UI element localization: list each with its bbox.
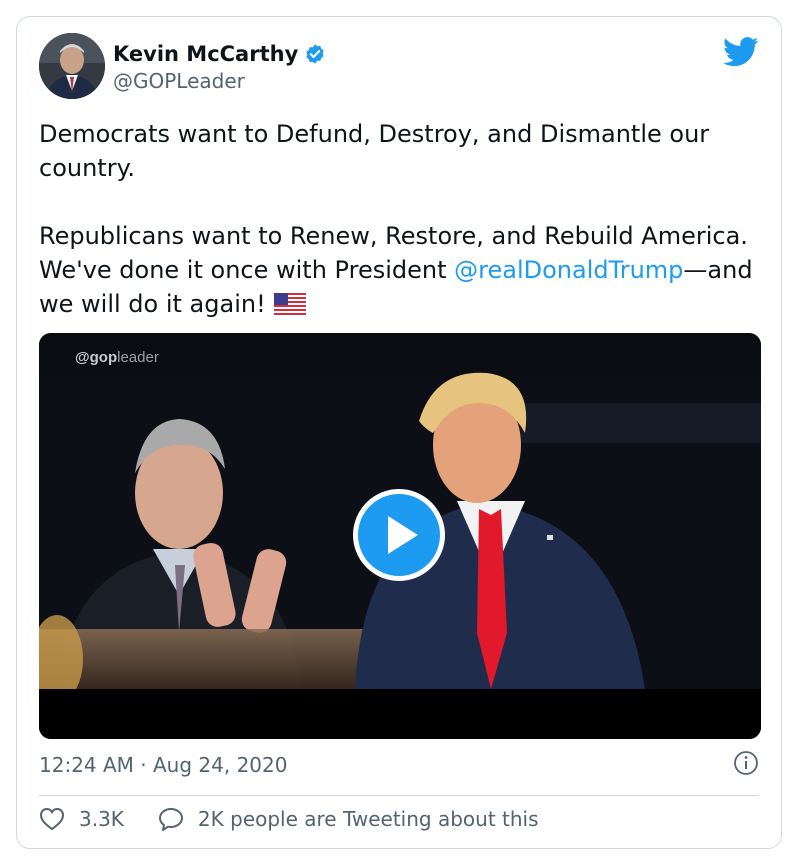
tweet-paragraph-1: Democrats want to Defund, Destroy, and D… — [39, 120, 710, 182]
heart-icon — [39, 807, 65, 831]
avatar[interactable] — [39, 33, 105, 99]
video-player[interactable]: @gopleader — [39, 333, 761, 739]
tweet-card: Kevin McCarthy @GOPLeader Democrats want… — [16, 16, 782, 849]
divider — [39, 795, 759, 796]
tweet-text: Democrats want to Defund, Destroy, and D… — [39, 117, 759, 321]
author-name[interactable]: Kevin McCarthy — [113, 42, 298, 66]
tweet-timestamp[interactable]: 12:24 AM · Aug 24, 2020 — [39, 753, 287, 777]
tweeting-about-text: 2K people are Tweeting about this — [197, 807, 539, 831]
mention-link[interactable]: @realDonaldTrump — [454, 256, 683, 284]
like-button[interactable]: 3.3K — [39, 807, 124, 831]
twitter-bird-icon[interactable] — [723, 37, 759, 67]
like-count: 3.3K — [79, 807, 124, 831]
speech-bubble-icon — [158, 808, 183, 831]
author-handle[interactable]: @GOPLeader — [113, 69, 245, 93]
flag-us-icon — [273, 293, 306, 315]
info-icon[interactable] — [733, 750, 759, 776]
video-watermark: @gopleader — [75, 349, 159, 366]
tweet-actions: 3.3K 2K people are Tweeting about this — [39, 807, 539, 831]
verified-badge-icon — [306, 44, 324, 64]
play-button[interactable] — [353, 489, 445, 581]
tweeting-about-link[interactable]: 2K people are Tweeting about this — [158, 807, 539, 831]
tweet-paragraph-2: Republicans want to Renew, Restore, and … — [39, 219, 759, 321]
author-name-row[interactable]: Kevin McCarthy — [113, 41, 326, 67]
play-icon — [388, 516, 418, 554]
avatar-photo — [39, 33, 105, 99]
